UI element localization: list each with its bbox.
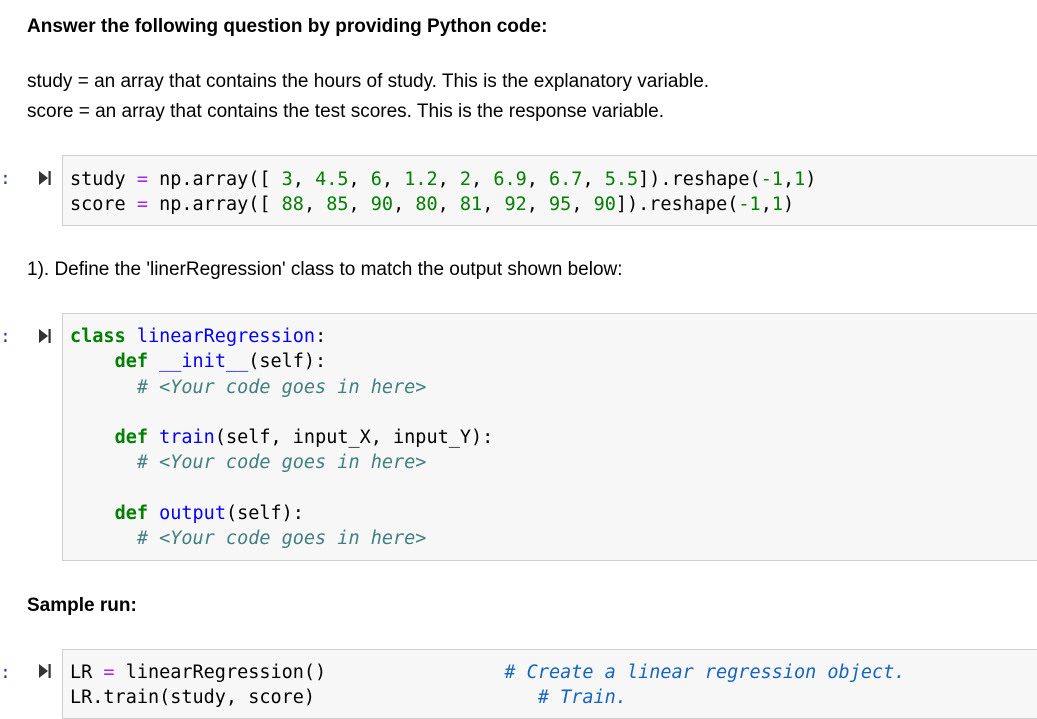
run-cell-icon[interactable] — [38, 327, 52, 345]
task-1-text: 1). Define the 'linerRegression' class t… — [27, 259, 623, 280]
score-description: score = an array that contains the test … — [27, 101, 665, 122]
code-block: LR = linearRegression() # Create a linea… — [70, 662, 906, 709]
question-title: Answer the following question by providi… — [27, 16, 548, 37]
sample-run-heading: Sample run: — [27, 595, 137, 616]
cell-prompt: : — [0, 168, 11, 189]
code-cell-class[interactable]: class linearRegression: def __init__(sel… — [62, 313, 1037, 561]
code-block: study = np.array([ 3, 4.5, 6, 1.2, 2, 6.… — [70, 169, 817, 216]
cell-prompt: : — [0, 662, 11, 683]
run-cell-icon[interactable] — [38, 169, 52, 187]
code-cell-sample-run[interactable]: LR = linearRegression() # Create a linea… — [62, 649, 1037, 719]
code-cell-data[interactable]: study = np.array([ 3, 4.5, 6, 1.2, 2, 6.… — [62, 155, 1037, 226]
code-block: class linearRegression: def __init__(sel… — [70, 326, 494, 550]
study-description: study = an array that contains the hours… — [27, 71, 710, 92]
run-cell-icon[interactable] — [38, 662, 52, 680]
cell-prompt: : — [0, 326, 11, 347]
